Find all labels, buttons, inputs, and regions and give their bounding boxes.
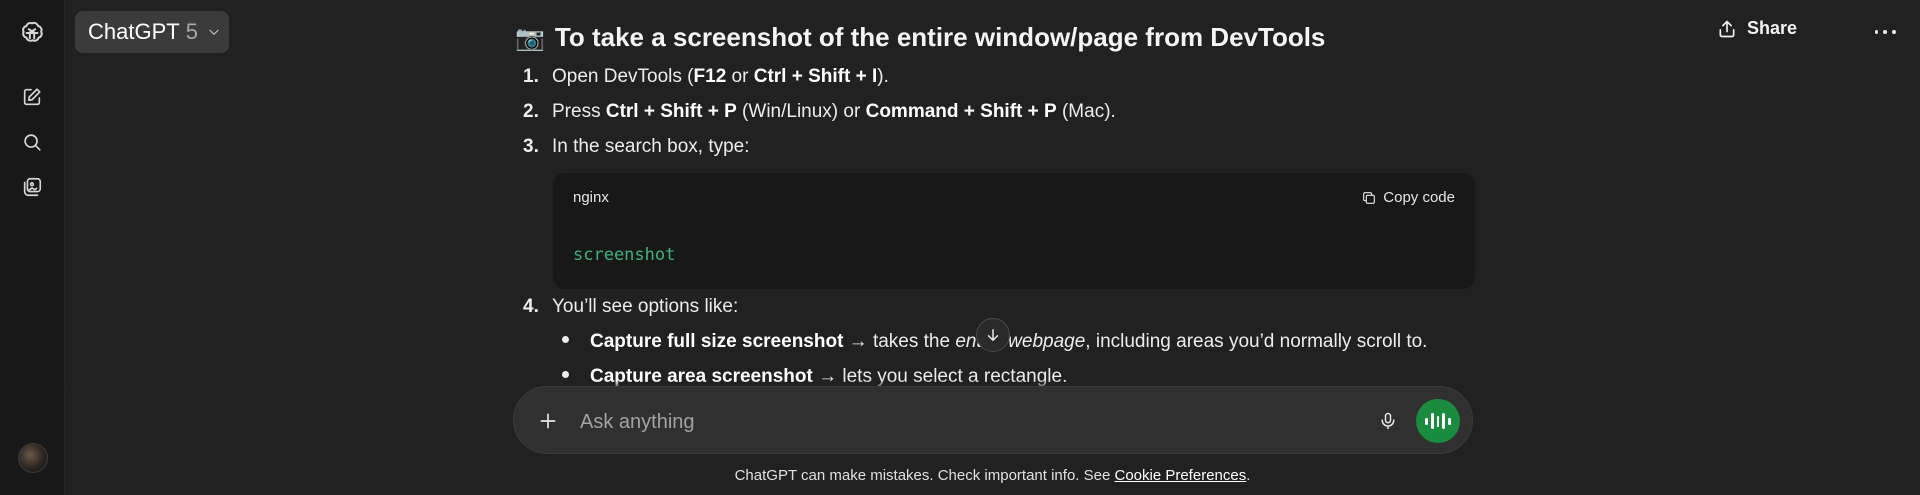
camera-icon: 📷 — [515, 25, 545, 52]
step-text: You’ll see options like: — [552, 296, 739, 317]
search-icon[interactable] — [18, 128, 46, 156]
option-text: → takes the — [843, 331, 956, 352]
model-selector-button[interactable]: ChatGPT 5 — [75, 11, 229, 53]
option-text: , including areas you’d normally scroll … — [1085, 331, 1428, 352]
step-text: Press — [552, 101, 606, 122]
voice-mode-button[interactable] — [1416, 399, 1460, 443]
model-version: 5 — [185, 19, 198, 44]
arrow-down-icon — [987, 329, 999, 341]
copy-code-button[interactable]: Copy code — [1361, 189, 1455, 206]
footer-disclaimer: ChatGPT can make mistakes. Check importa… — [0, 467, 1920, 484]
composer — [513, 386, 1473, 454]
code-block: nginx Copy code screenshot — [553, 173, 1475, 289]
disclaimer-end: . — [1246, 467, 1251, 484]
option-name: Capture full size screenshot — [590, 331, 844, 352]
step-item: 3. In the search box, type: — [515, 136, 750, 158]
step-item: 4. You’ll see options like: — [515, 296, 738, 318]
scroll-down-button[interactable] — [976, 318, 1010, 352]
waveform-icon — [1424, 413, 1453, 429]
step-item: 1. Open DevTools (F12 or Ctrl + Shift + I… — [515, 66, 889, 88]
bullet-dot — [562, 371, 569, 379]
step-text: ). — [877, 66, 889, 87]
openai-logo-icon[interactable] — [18, 19, 46, 47]
heading-text: To take a screenshot of the entire windo… — [554, 22, 1326, 52]
step-number: 4. — [523, 296, 539, 317]
message-heading: 📷 To take a screenshot of the entire wind… — [515, 22, 1325, 53]
step-number: 2. — [523, 101, 539, 122]
sidebar-rail — [0, 0, 65, 495]
copy-icon — [1363, 191, 1376, 204]
step-key: F12 — [693, 66, 727, 87]
bullet-dot — [562, 336, 569, 344]
library-icon[interactable] — [18, 173, 46, 201]
step-key: Command + Shift + P — [865, 101, 1057, 122]
step-number: 3. — [523, 136, 539, 157]
code-language: nginx — [573, 189, 609, 206]
step-text: Open DevTools ( — [552, 66, 694, 87]
attach-plus-icon[interactable] — [536, 409, 560, 433]
step-text: (Win/Linux) or — [736, 101, 866, 122]
step-key: Ctrl + Shift + P — [605, 101, 737, 122]
option-emphasis: entire webpage — [955, 331, 1086, 352]
more-options-icon[interactable] — [1872, 19, 1898, 45]
new-chat-icon[interactable] — [18, 83, 46, 111]
step-text: In the search box, type: — [552, 136, 750, 157]
prompt-input[interactable] — [578, 405, 1282, 439]
step-text: (Mac). — [1056, 101, 1116, 122]
cookie-preferences-link[interactable]: Cookie Preferences — [1114, 467, 1246, 484]
step-text: or — [726, 66, 754, 87]
chevron-down-icon — [209, 29, 219, 35]
copy-code-label: Copy code — [1383, 189, 1455, 206]
share-label: Share — [1746, 18, 1797, 38]
step-key: Ctrl + Shift + I — [753, 66, 878, 87]
disclaimer-text: ChatGPT can make mistakes. Check importa… — [734, 467, 1115, 484]
microphone-icon[interactable] — [1376, 409, 1400, 433]
share-button[interactable]: Share — [1717, 18, 1797, 39]
model-name: ChatGPT — [88, 19, 180, 44]
code-content: screenshot — [573, 245, 676, 265]
share-icon — [1719, 20, 1735, 37]
step-number: 1. — [523, 66, 539, 87]
step-item: 2. Press Ctrl + Shift + P (Win/Linux) or … — [515, 101, 1116, 123]
